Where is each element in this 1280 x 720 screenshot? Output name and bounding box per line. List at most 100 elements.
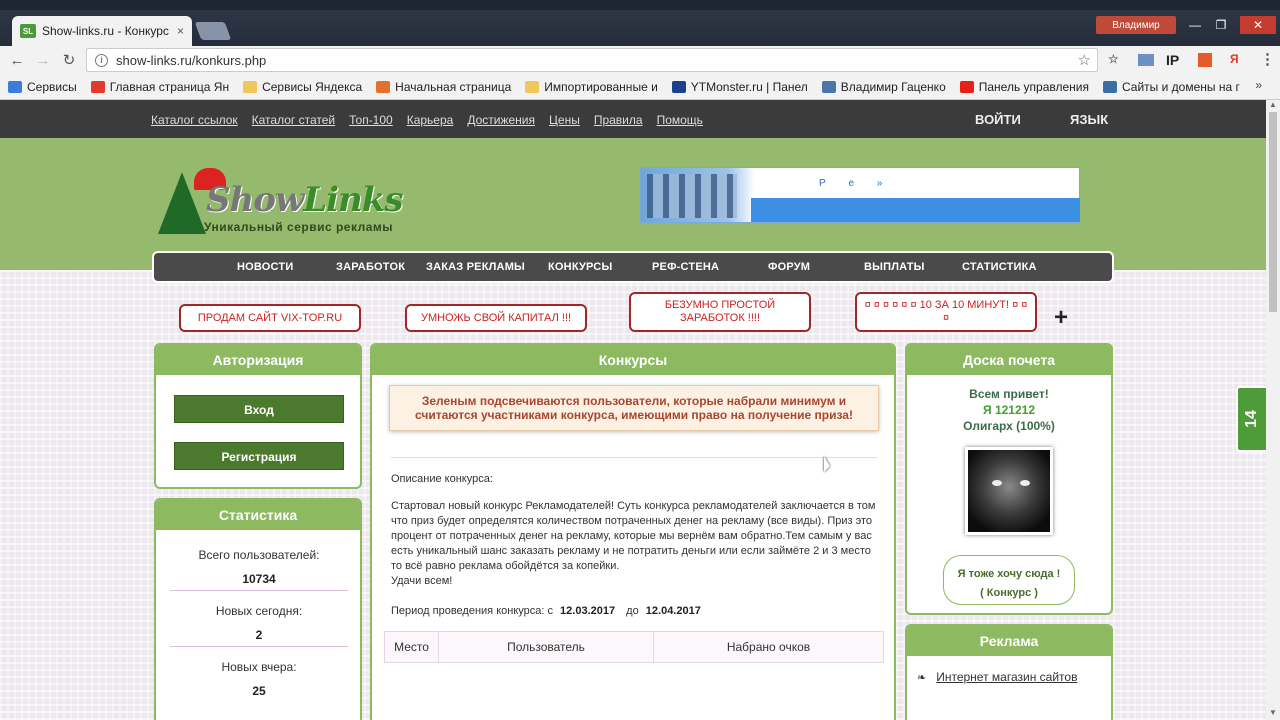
stats-panel: Статистика Всего пользователей: 10734 Но… [154,498,362,720]
promo-link-3[interactable]: БЕЗУМНО ПРОСТОЙ ЗАРАБОТОК !!!! [629,292,811,332]
stats-divider [170,646,348,647]
scrollbar-thumb[interactable] [1269,112,1277,312]
mainnav-item[interactable]: ЗАКАЗ РЕКЛАМЫ [426,261,525,273]
bookmark-label: Сервисы [27,79,77,94]
mail-extension-icon[interactable] [1138,54,1154,66]
new-tab-button[interactable] [194,22,232,40]
close-tab-icon[interactable]: × [177,24,184,38]
ads-title: Реклама [907,626,1111,656]
logo-tagline: Уникальный сервис рекламы [204,220,394,234]
side-counter-value: 14 [1242,410,1260,428]
contest-table-header: Место Пользователь Набрано очков [384,631,884,663]
topnav-link[interactable]: Топ-100 [349,113,393,127]
banner-people-image [647,174,737,218]
close-window-icon[interactable]: ✕ [1240,16,1276,34]
stats-divider [170,590,348,591]
mouse-cursor-icon [824,456,830,472]
topnav-link[interactable]: Каталог статей [252,113,335,127]
promo-link-2[interactable]: УМНОЖЬ СВОЙ КАПИТАЛ !!! [405,304,587,332]
mainnav-item[interactable]: ВЫПЛАТЫ [864,261,925,273]
promo-link-4[interactable]: ¤ ¤ ¤ ¤ ¤ ¤ 10 ЗА 10 МИНУТ! ¤ ¤ ¤ [855,292,1037,332]
minimize-icon[interactable]: — [1184,16,1206,34]
back-icon[interactable]: ← [8,51,26,69]
bookmark-item[interactable]: Сайты и домены на г [1103,80,1240,94]
honor-user-name[interactable]: Я 121212 [907,403,1111,417]
browser-tabbar: SL Show-links.ru - Конкурс × Владимир — … [0,0,1280,46]
ad-item[interactable]: ❧ Интернет магазин сайтов [917,670,1077,684]
join-honor-button[interactable]: Я тоже хочу сюда ! ( Конкурс ) [943,555,1075,605]
mainnav-item[interactable]: РЕФ-СТЕНА [652,261,719,273]
scroll-down-icon[interactable]: ▼ [1269,708,1277,717]
auth-title: Авторизация [156,345,360,375]
mainnav-item[interactable]: ФОРУМ [768,261,810,273]
bookmark-label: Владимир Гаценко [840,79,946,94]
profile-button[interactable]: Владимир [1096,16,1176,34]
column-place[interactable]: Место [385,632,439,662]
period-start: 12.03.2017 [560,605,616,617]
scroll-up-icon[interactable]: ▲ [1269,100,1277,109]
contest-greeting: Удачи всем! [391,575,453,587]
bookmark-star-icon[interactable]: ☆ [1078,51,1091,69]
column-user[interactable]: Пользователь [439,632,654,662]
mainnav-item[interactable]: КОНКУРСЫ [548,261,612,273]
topnav-link[interactable]: Помощь [657,113,703,127]
bookmark-item[interactable]: Импортированные и [525,80,658,94]
ad-bullet-icon: ❧ [917,671,927,684]
reload-icon[interactable]: ↻ [60,51,78,69]
bookmark-item[interactable]: Владимир Гаценко [821,79,946,94]
bookmark-label: Панель управления [978,79,1089,94]
join-honor-line2: ( Конкурс ) [980,587,1038,599]
side-counter-tab[interactable]: 14 [1236,386,1266,452]
bookmark-item[interactable]: Начальная страница [376,80,511,94]
mainnav-item[interactable]: ЗАРАБОТОК [336,261,405,273]
topnav-link[interactable]: Достижения [467,113,535,127]
mainnav-item[interactable]: СТАТИСТИКА [962,261,1037,273]
main-navigation: НОВОСТИ ЗАРАБОТОК ЗАКАЗ РЕКЛАМЫ КОНКУРСЫ РЕФ… [152,251,1114,283]
bookmark-label: Сервисы Яндекса [262,79,363,94]
login-link[interactable]: ВОЙТИ [975,112,1021,127]
browser-tab[interactable]: SL Show-links.ru - Конкурс × [12,16,192,46]
topnav-link[interactable]: Правила [594,113,643,127]
promo-link-1[interactable]: ПРОДАМ САЙТ VIX-TOP.RU [179,304,361,332]
bookmark-item[interactable]: YTMonster.ru | Панел [671,80,808,94]
contest-title: Конкурсы [372,345,894,375]
menu-icon[interactable]: ⋮ [1260,50,1275,68]
topnav-link[interactable]: Карьера [407,113,454,127]
ip-extension-icon[interactable]: IP [1166,52,1179,68]
yandex-extension-icon[interactable]: Я [1230,52,1239,66]
maximize-icon[interactable]: ❐ [1210,16,1232,34]
honor-avatar[interactable] [965,447,1053,535]
tab-strip [0,10,1280,46]
language-link[interactable]: ЯЗЫК [1070,112,1108,127]
address-bar[interactable]: i show-links.ru/konkurs.php ☆ [86,48,1098,72]
login-button[interactable]: Вход [174,395,344,423]
extension-icon[interactable]: ☆ [1108,52,1119,66]
ad-link[interactable]: Интернет магазин сайтов [936,670,1077,684]
bookmark-label: Главная страница Ян [109,79,230,94]
bookmarks-overflow-icon[interactable]: » [1255,78,1262,92]
period-separator: до [626,605,639,617]
ads-panel: Реклама ❧ Интернет магазин сайтов [905,624,1113,720]
bookmark-item[interactable]: Главная страница Ян [90,79,230,94]
contest-panel: Конкурсы Зеленым подсвечиваются пользова… [370,343,896,720]
url-text[interactable]: show-links.ru/konkurs.php [116,53,1070,68]
add-promo-icon[interactable]: + [1054,304,1068,332]
firefox-icon [376,80,391,93]
logo-text: ShowLinks [206,180,403,220]
info-icon[interactable]: i [95,53,108,67]
stats-title: Статистика [156,500,360,530]
banner-stripe [751,198,1080,222]
register-button[interactable]: Регистрация [174,442,344,470]
mainnav-item[interactable]: НОВОСТИ [237,261,293,273]
site-logo[interactable]: ShowLinks Уникальный сервис рекламы [158,168,403,240]
column-points[interactable]: Набрано очков [654,632,883,662]
bookmark-item[interactable]: Сервисы Яндекса [243,80,362,94]
forward-icon[interactable]: → [34,51,52,69]
bookmark-item[interactable]: Сервисы [8,80,77,94]
topnav-link[interactable]: Каталог ссылок [151,113,238,127]
page-scrollbar[interactable]: ▲ ▼ [1266,100,1280,720]
ad-banner[interactable]: Р е » [640,167,1080,223]
app-extension-icon[interactable] [1198,53,1212,67]
topnav-link[interactable]: Цены [549,113,580,127]
bookmark-item[interactable]: Панель управления [959,79,1089,94]
